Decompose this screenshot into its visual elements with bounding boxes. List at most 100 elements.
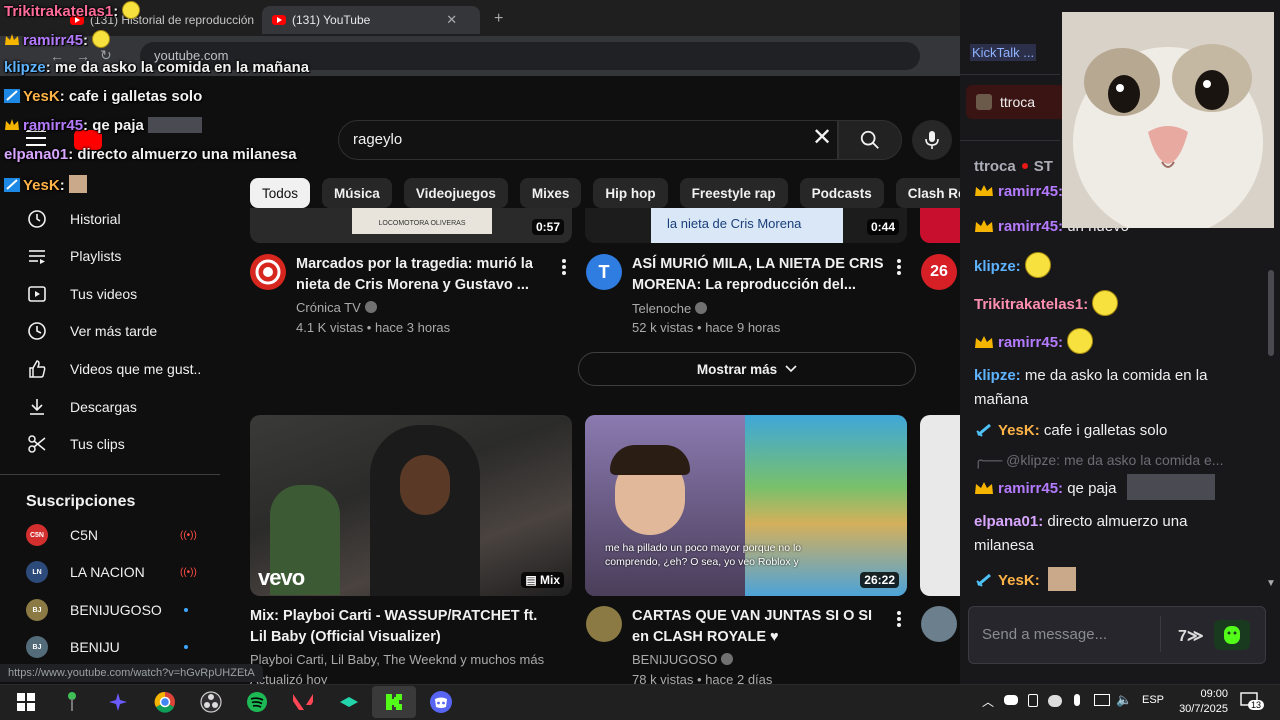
video-thumbnail[interactable]: vevo ▤ Mix <box>250 415 572 596</box>
sidebar: Historial Playlists Tus videos Ver más t… <box>0 200 235 665</box>
valorant-icon[interactable] <box>291 690 315 714</box>
chat-text: : <box>113 3 119 20</box>
subscription-item[interactable]: BJ BENIJUGOSO <box>0 592 220 628</box>
chip-videojuegos[interactable]: Videojuegos <box>403 178 508 208</box>
chat-username: Trikitrakatelas1: <box>974 296 1089 313</box>
sidebar-item-ver-mas-tarde[interactable]: Ver más tarde <box>0 313 220 349</box>
sword-badge-icon <box>976 423 991 437</box>
channel-name[interactable]: Telenoche <box>632 301 708 316</box>
more-options-icon[interactable] <box>562 259 566 277</box>
device-tray-icon[interactable] <box>1028 694 1038 707</box>
scroll-down-icon[interactable]: ▼ <box>1266 578 1276 589</box>
voice-search-button[interactable] <box>912 120 952 160</box>
video-title[interactable]: Marcados por la tragedia: murió la nieta… <box>296 254 546 296</box>
app2-icon[interactable] <box>337 690 361 714</box>
network-icon[interactable] <box>1094 694 1110 706</box>
clear-search-icon[interactable]: ✕ <box>812 126 832 150</box>
chat-input-placeholder: Send a message... <box>982 626 1108 643</box>
sidebar-item-label: Tus videos <box>70 286 138 302</box>
chevron-up-icon[interactable]: ︿ <box>982 693 994 710</box>
sidebar-divider <box>0 474 220 475</box>
windows-start-icon[interactable] <box>14 690 38 714</box>
watch-later-icon <box>26 320 48 342</box>
new-content-dot <box>184 608 188 612</box>
channel-avatar[interactable] <box>586 606 622 642</box>
sidebar-item-descargas[interactable]: Descargas <box>0 389 220 425</box>
video-title[interactable]: ASÍ MURIÓ MILA, LA NIETA DE CRIS MORENA:… <box>632 254 890 296</box>
sidebar-item-tus-clips[interactable]: Tus clips <box>0 426 220 462</box>
subscription-item[interactable]: BJ BENIJU <box>0 629 220 665</box>
chat-channel-tab[interactable]: ttroca <box>966 85 1066 119</box>
clock[interactable]: 09:00 30/7/2025 <box>1172 687 1228 717</box>
channel-avatar[interactable]: T <box>586 254 622 290</box>
chip-hip-hop[interactable]: Hip hop <box>593 178 668 208</box>
channel-name[interactable]: Playboi Carti, Lil Baby, The Weeknd y mu… <box>250 652 550 667</box>
video-thumbnail[interactable]: la nieta de Cris Morena 0:44 <box>585 208 907 243</box>
verified-icon <box>364 301 377 313</box>
sidebar-item-liked-videos[interactable]: Videos que me gust... <box>0 351 220 387</box>
channel-name[interactable]: BENIJUGOSO <box>632 652 734 667</box>
channel-avatar[interactable]: 26 <box>921 254 957 290</box>
channel-avatar[interactable] <box>250 254 286 290</box>
translate-button[interactable]: 7≫ <box>1178 626 1204 646</box>
search-input[interactable]: rageylo <box>338 120 838 160</box>
reply-preview: ╭── @klipze: me da asko la comida e... <box>974 452 1224 468</box>
app-icon[interactable] <box>106 690 130 714</box>
sidebar-item-label: Historial <box>70 211 121 227</box>
emote-picker-button[interactable] <box>1214 620 1250 650</box>
channel-name-text: Crónica TV <box>296 300 361 315</box>
notification-center[interactable]: 13 <box>1240 692 1265 710</box>
close-icon[interactable]: ✕ <box>446 12 457 28</box>
sidebar-item-playlists[interactable]: Playlists <box>0 238 220 274</box>
joystick-icon[interactable] <box>60 690 84 714</box>
search-button[interactable] <box>838 120 902 160</box>
volume-icon[interactable]: 🔈 <box>1116 692 1132 708</box>
video-thumbnail[interactable]: LOCOMOTORA OLIVERAS 0:57 <box>250 208 572 243</box>
chat-message: YesK: cafe i galletas solo <box>974 419 1244 443</box>
chip-podcasts[interactable]: Podcasts <box>799 178 884 208</box>
kick-icon[interactable] <box>372 686 416 718</box>
chat-username: ramirr45 <box>23 117 84 134</box>
emote-image <box>68 175 87 193</box>
cloud-tray-icon[interactable] <box>1048 695 1062 707</box>
chevron-down-icon <box>785 365 797 373</box>
your-videos-icon <box>26 283 48 305</box>
chrome-icon[interactable] <box>153 690 177 714</box>
channel-avatar[interactable] <box>921 606 957 642</box>
microphone-tray-icon[interactable] <box>1074 694 1080 706</box>
show-more-button[interactable]: Mostrar más <box>578 352 916 386</box>
crown-badge-icon <box>975 336 993 348</box>
chat-message: ramirr45: <box>974 328 1244 355</box>
discord-tray-icon[interactable] <box>1004 695 1018 705</box>
video-thumbnail[interactable] <box>920 208 960 243</box>
app-title: KickTalk ... <box>970 44 1037 61</box>
discord-icon[interactable] <box>429 690 453 714</box>
subscription-item[interactable]: C5N C5N ((•)) <box>0 517 220 553</box>
chat-scrollbar[interactable] <box>1268 270 1274 356</box>
spotify-icon[interactable] <box>245 690 269 714</box>
subscription-item[interactable]: LN LA NACION ((•)) <box>0 554 220 590</box>
chip-freestyle-rap[interactable]: Freestyle rap <box>679 178 788 208</box>
sidebar-item-tus-videos[interactable]: Tus videos <box>0 276 220 312</box>
language-indicator[interactable]: ESP <box>1142 694 1164 706</box>
obs-icon[interactable] <box>199 690 223 714</box>
chip-clash-royale[interactable]: Clash Royale <box>895 178 960 208</box>
overlay-chat-line: elpana01: directo almuerzo una milanesa <box>4 146 297 163</box>
channel-name[interactable]: Crónica TV <box>296 300 377 315</box>
emote-icon <box>1024 252 1051 278</box>
emote-image <box>1126 474 1215 500</box>
video-title[interactable]: Mix: Playboi Carti - WASSUP/RATCHET ft. … <box>250 606 550 648</box>
more-options-icon[interactable] <box>897 259 901 277</box>
stream-chat-overlay: Trikitrakatelas1: ramirr45: klipze: me d… <box>0 0 330 200</box>
more-options-icon[interactable] <box>897 611 901 629</box>
chat-header: ttroca ST <box>974 158 1053 175</box>
chat-username: klipze: <box>974 367 1021 384</box>
video-title[interactable]: CARTAS QUE VAN JUNTAS SI O SI en CLASH R… <box>632 606 890 648</box>
video-thumbnail[interactable] <box>920 415 960 596</box>
chip-musica[interactable]: Música <box>322 178 392 208</box>
new-tab-icon[interactable]: + <box>494 10 503 28</box>
video-thumbnail[interactable]: me ha pillado un poco mayor porque no lo… <box>585 415 907 596</box>
chip-mixes[interactable]: Mixes <box>519 178 582 208</box>
sidebar-item-historial[interactable]: Historial <box>0 201 220 237</box>
thumbs-up-icon <box>26 358 48 380</box>
